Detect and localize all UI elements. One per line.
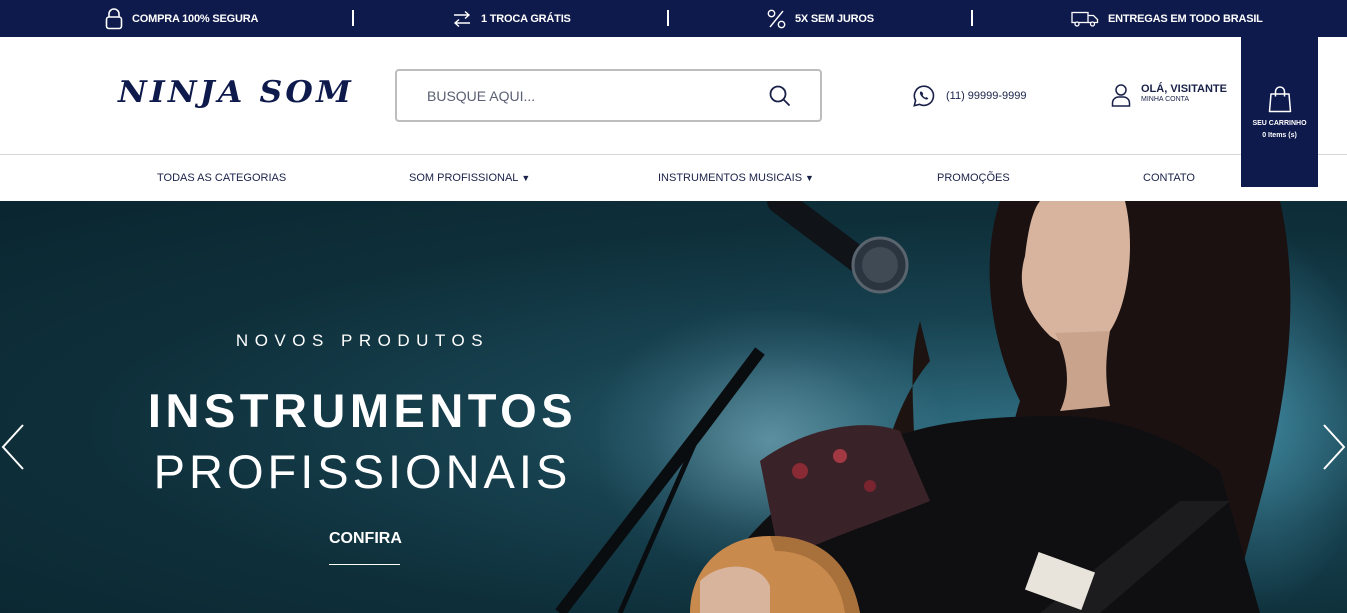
chevron-left-icon [1, 424, 24, 470]
nav-item-promotions[interactable]: PROMOÇÕES [937, 172, 1010, 184]
free-exchange-info: 1 TROCA GRÁTIS [452, 0, 571, 37]
nav-item-label: TODAS AS CATEGORIAS [157, 172, 287, 184]
carousel-prev-button[interactable] [0, 423, 28, 471]
search-icon [769, 85, 790, 106]
hero-kicker: NOVOS PRODUTOS [235, 331, 490, 350]
percent-icon [767, 9, 786, 28]
divider [352, 10, 354, 26]
main-nav: TODAS AS CATEGORIAS SOM PROFISSIONAL ▼ IN… [0, 155, 1347, 201]
site-header: NINJA SOM (11) 99999-9999 OLÁ, VISITANTE… [0, 37, 1347, 155]
chevron-right-icon [1323, 424, 1346, 470]
secure-purchase-info: COMPRA 100% SEGURA [105, 0, 258, 37]
truck-icon [1071, 11, 1099, 27]
account-greeting: OLÁ, VISITANTE [1141, 83, 1227, 95]
nav-item-label: CONTATO [1143, 172, 1195, 184]
caret-down-icon: ▼ [521, 173, 531, 183]
whatsapp-icon [913, 85, 935, 107]
installments-info: 5X SEM JUROS [767, 0, 874, 37]
shopping-bag-icon [1268, 86, 1292, 113]
secure-purchase-label: COMPRA 100% SEGURA [132, 12, 259, 25]
search-input[interactable] [427, 85, 747, 107]
hero-banner[interactable]: NOVOS PRODUTOS INSTRUMENTOS PROFISSIONAI… [0, 201, 1347, 613]
account-menu[interactable]: OLÁ, VISITANTE MINHA CONTA [1111, 83, 1227, 107]
account-text: OLÁ, VISITANTE MINHA CONTA [1141, 83, 1227, 103]
hero-title-line2: PROFISSIONAIS [153, 445, 572, 498]
divider [971, 10, 973, 26]
nationwide-delivery-label: ENTREGAS EM TODO BRASIL [1108, 12, 1263, 25]
cart-label: SEU CARRINHO [1252, 120, 1307, 127]
hero-cta-button[interactable]: CONFIRA [329, 530, 402, 565]
hero-title-line1: INSTRUMENTOS [147, 384, 578, 437]
nav-item-label: INSTRUMENTOS MUSICAIS [658, 172, 803, 184]
nav-item-contact[interactable]: CONTATO [1143, 172, 1195, 184]
installments-label: 5X SEM JUROS [795, 12, 874, 25]
nav-item-label: SOM PROFISSIONAL [409, 172, 519, 184]
nav-item-all-categories[interactable]: TODAS AS CATEGORIAS [157, 172, 286, 184]
top-info-bar: COMPRA 100% SEGURA 1 TROCA GRÁTIS 5X SEM… [0, 0, 1347, 37]
whatsapp-contact[interactable]: (11) 99999-9999 [912, 84, 1027, 108]
padlock-icon [105, 7, 123, 29]
user-icon [1111, 84, 1131, 107]
free-exchange-label: 1 TROCA GRÁTIS [481, 12, 571, 25]
nav-item-label: PROMOÇÕES [937, 172, 1010, 184]
nav-item-pro-audio[interactable]: SOM PROFISSIONAL ▼ [409, 172, 530, 184]
caret-down-icon: ▼ [805, 173, 814, 183]
site-logo[interactable]: NINJA SOM [118, 75, 354, 110]
phone-number: (11) 99999-9999 [946, 90, 1027, 102]
search-box [395, 69, 822, 122]
divider [667, 10, 669, 26]
search-button[interactable] [767, 83, 793, 109]
cart-count: 0 Items (s) [1262, 132, 1297, 139]
cart-button[interactable]: SEU CARRINHO 0 Items (s) [1241, 37, 1318, 187]
nav-item-musical-instruments[interactable]: INSTRUMENTOS MUSICAIS ▼ [658, 172, 814, 184]
exchange-arrows-icon [453, 10, 471, 27]
carousel-next-button[interactable] [1319, 423, 1347, 471]
nationwide-delivery-info: ENTREGAS EM TODO BRASIL [1071, 0, 1263, 37]
my-account-link[interactable]: MINHA CONTA [1141, 96, 1227, 103]
